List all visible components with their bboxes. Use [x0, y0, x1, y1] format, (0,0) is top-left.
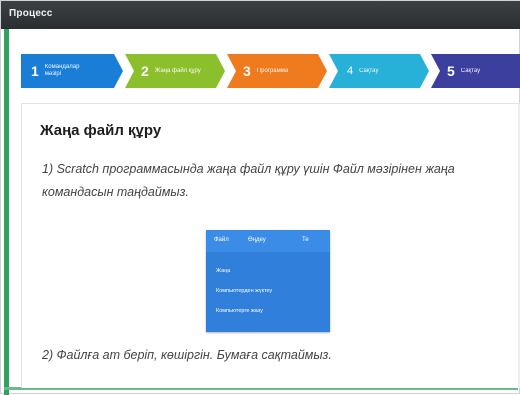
menu-file: Файл: [214, 237, 229, 243]
menu-edit: Өңдеу: [248, 237, 266, 243]
step-label: Программа: [256, 67, 289, 74]
frame-accent-left: [4, 29, 9, 395]
window-title: Процесс: [9, 8, 53, 19]
step-progress-bar: 1 Командалар мәзірі 2 Жаңа файл құру 3 П…: [21, 54, 520, 88]
instruction-step-2: 2) Файлға ат беріп, көшіргін. Бумаға сақ…: [42, 348, 332, 362]
title-bar: Процесс: [1, 1, 520, 29]
step-number: 3: [243, 63, 251, 79]
step-2[interactable]: 2 Жаңа файл құру: [125, 54, 225, 88]
step-number: 5: [447, 63, 455, 79]
step-number: 1: [31, 63, 39, 79]
menu-other: Те: [302, 237, 309, 243]
step-number: 2: [141, 63, 149, 79]
step-3[interactable]: 3 Программа: [227, 54, 327, 88]
menu-bar: Файл Өңдеу Те: [206, 230, 330, 252]
step-label: Сақтау: [460, 67, 481, 74]
menu-item-save: Компьютерге жазу: [216, 308, 263, 314]
step-icon: 4: [347, 65, 354, 77]
file-menu-screenshot: Файл Өңдеу Те Жаңа Компьютерден жүктеу К…: [206, 230, 330, 332]
section-heading: Жаңа файл құру: [40, 122, 162, 139]
menu-item-load: Компьютерден жүктеу: [216, 288, 273, 294]
lesson-content: Жаңа файл құру 1) Scratch программасында…: [21, 103, 520, 388]
lesson-window: Процесс 1 Командалар мәзірі 2 Жаңа файл …: [0, 0, 520, 395]
step-label: Жаңа файл құру: [154, 67, 201, 74]
step-1[interactable]: 1 Командалар мәзірі: [21, 54, 123, 88]
menu-item-new: Жаңа: [216, 268, 231, 274]
step-5[interactable]: 5 Сақтау: [431, 54, 520, 88]
step-4[interactable]: 4 Сақтау: [329, 54, 429, 88]
step-label: Командалар мәзірі: [44, 64, 80, 77]
instruction-step-1: 1) Scratch программасында жаңа файл құру…: [42, 162, 455, 199]
step-label: Сақтау: [359, 67, 379, 74]
